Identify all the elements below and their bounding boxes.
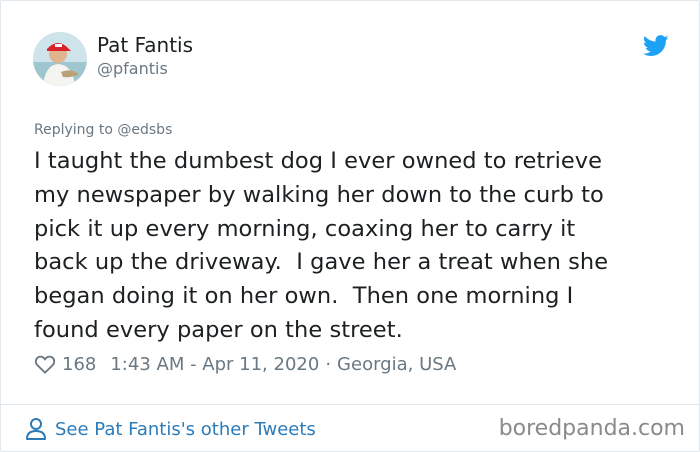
tweet-line: found every paper on the street.	[34, 316, 403, 343]
tweet-text: I taught the dumbest dog I ever owned to…	[34, 145, 674, 348]
see-other-tweets-label[interactable]: See Pat Fantis's other Tweets	[55, 419, 316, 440]
tweet-card: Pat Fantis @pfantis Replying to @edsbs I…	[0, 0, 700, 452]
reply-context: Replying to @edsbs	[34, 121, 172, 139]
avatar[interactable]	[33, 32, 87, 86]
tweet-line: back up the driveway. I gave her a treat…	[34, 249, 609, 276]
tweet-meta: 168 1:43 AM - Apr 11, 2020 · Georgia, US…	[34, 351, 456, 377]
twitter-bird-icon[interactable]	[643, 35, 669, 57]
tweet-timestamp[interactable]: 1:43 AM - Apr 11, 2020	[110, 354, 319, 375]
footer-divider	[1, 404, 700, 405]
author-name[interactable]: Pat Fantis	[97, 33, 193, 57]
tweet-line: I taught the dumbest dog I ever owned to…	[34, 148, 603, 174]
tweet-line: pick it up every morning, coaxing her to…	[34, 215, 576, 242]
avatar-image	[33, 32, 87, 86]
heart-icon[interactable]	[34, 354, 56, 374]
person-icon	[26, 418, 46, 440]
like-count[interactable]: 168	[62, 354, 96, 375]
tweet-line: began doing it on her own. Then one morn…	[34, 283, 574, 310]
tweet-location[interactable]: Georgia, USA	[337, 354, 456, 375]
reply-mention-link[interactable]: @edsbs	[117, 122, 172, 138]
reply-prefix: Replying to	[34, 122, 113, 138]
meta-separator: ·	[325, 353, 332, 375]
see-other-tweets-link[interactable]: See Pat Fantis's other Tweets	[25, 415, 316, 443]
author-handle[interactable]: @pfantis	[97, 59, 168, 79]
tweet-line: my newspaper by walking her down to the …	[34, 181, 604, 208]
boredpanda-watermark: boredpanda.com	[498, 416, 685, 441]
